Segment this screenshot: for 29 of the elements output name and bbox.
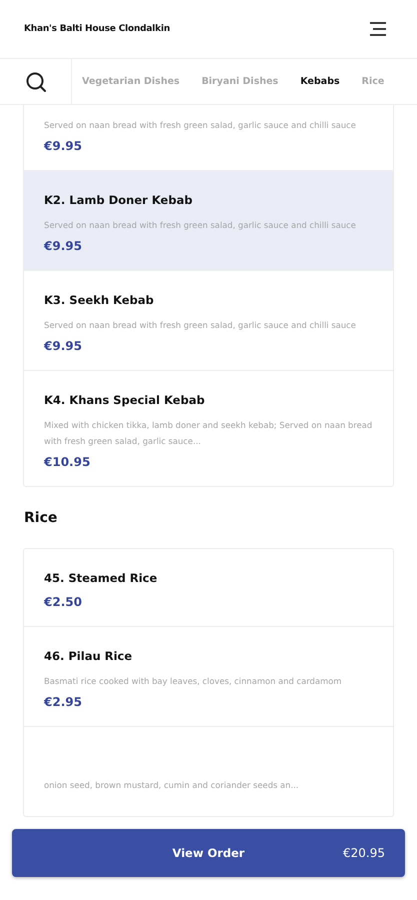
dish-description: Mixed with chicken tikka, lamb doner and seekh kebab; Served on naan bread with fresh green salad, garlic sauce...: [44, 419, 373, 448]
dish-description: Served on naan bread with fresh green salad, garlic sauce and chilli sauce: [44, 219, 357, 232]
dish-price: €10.95: [44, 455, 92, 469]
dish-name: K4. Khans Special Kebab: [44, 393, 206, 407]
dish-description: onion seed, brown mustard, cumin and coriander seeds an...: [44, 779, 300, 792]
view-order-button[interactable]: View Order €20.95: [12, 829, 405, 877]
dish-description: Served on naan bread with fresh green salad, garlic sauce and chilli sauce: [44, 119, 357, 132]
dish-name: 45. Steamed Rice: [44, 571, 158, 585]
search-icon[interactable]: [24, 70, 46, 92]
order-total: €20.95: [343, 846, 385, 860]
section-heading: Rice: [24, 510, 58, 526]
dish-price: €2.95: [44, 695, 83, 709]
menu-item[interactable]: 45. Steamed Rice €2.50: [24, 549, 393, 626]
menu-item[interactable]: K4. Khans Special Kebab Mixed with chicken tikka, lamb doner and seekh kebab; Served on naan bread with fresh green salad, garlic sauce... €10.95: [24, 370, 393, 486]
dish-price: €2.50: [44, 595, 83, 609]
category-tab[interactable]: Kebabs: [300, 76, 340, 87]
dish-description: Served on naan bread with fresh green salad, garlic sauce and chilli sauce: [44, 319, 357, 332]
menu-item[interactable]: K3. Seekh Kebab Served on naan bread with fresh green salad, garlic sauce and chilli sauce €9.95: [24, 270, 393, 370]
restaurant-title: Khan's Balti House Clondalkin: [24, 24, 170, 34]
dish-name: K2. Lamb Doner Kebab: [44, 193, 194, 207]
menu-item[interactable]: K2. Lamb Doner Kebab Served on naan bread with fresh green salad, garlic sauce and chilli sauce €9.95: [24, 170, 393, 270]
menu-item[interactable]: 46. Pilau Rice Basmati rice cooked with bay leaves, cloves, cinnamon and cardamom €2.95: [24, 626, 393, 726]
dish-price: €9.95: [44, 339, 83, 353]
menu-icon[interactable]: [369, 22, 387, 36]
dish-name: K3. Seekh Kebab: [44, 293, 155, 307]
dish-name: 46. Pilau Rice: [44, 649, 134, 663]
dish-price: €9.95: [44, 239, 83, 253]
dish-description: Basmati rice cooked with bay leaves, cloves, cinnamon and cardamom: [44, 675, 343, 688]
dish-price: €9.95: [44, 139, 83, 153]
